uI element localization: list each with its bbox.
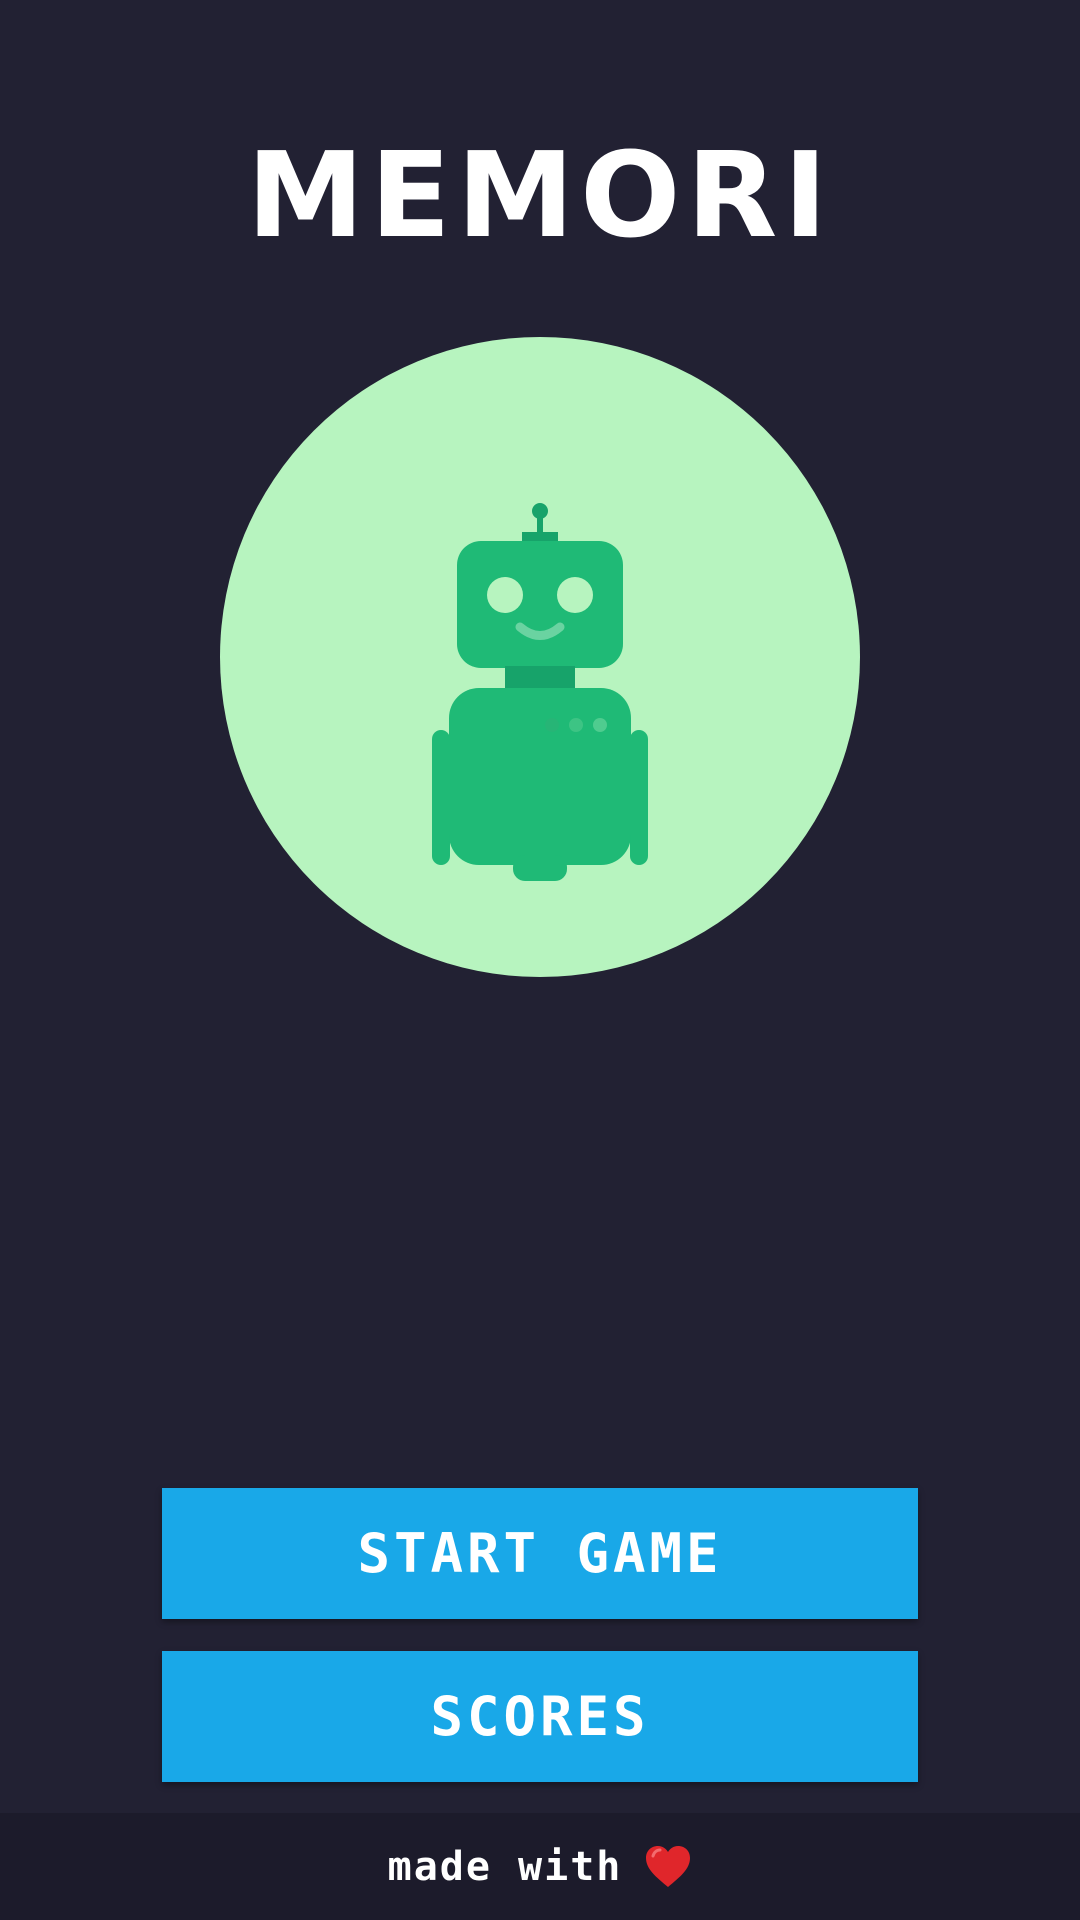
robot-icon [432,503,648,881]
footer: made with [0,1813,1080,1920]
heart-icon [646,1845,691,1887]
scores-button[interactable]: SCORES [162,1651,918,1782]
footer-text: made with [387,1843,623,1890]
app-title: MEMORI [246,126,834,264]
start-game-button[interactable]: START GAME [162,1488,918,1619]
hero-illustration [220,337,860,977]
